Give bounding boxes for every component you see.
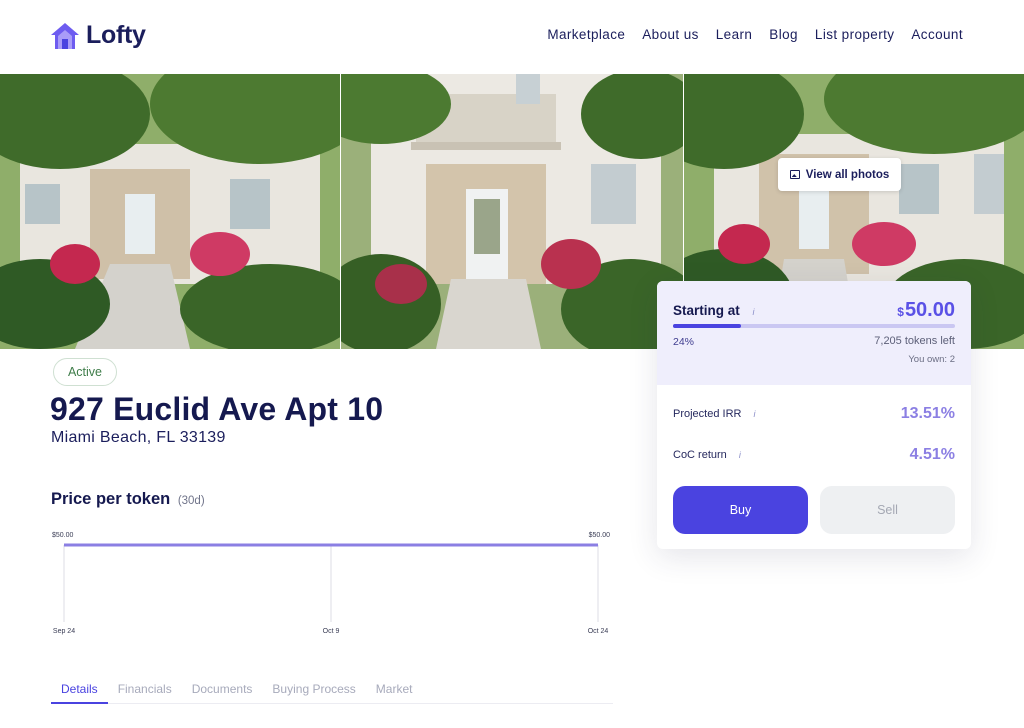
nav-about-us[interactable]: About us xyxy=(642,27,699,42)
view-all-photos-label: View all photos xyxy=(805,168,890,181)
x-tick-label: Oct 24 xyxy=(588,628,609,635)
price-chart: Sep 24 Oct 9 Oct 24 $50.00 $50.00 xyxy=(40,524,630,639)
coc-return-value: 4.51% xyxy=(909,446,955,463)
property-photo-2[interactable] xyxy=(341,74,683,349)
tokens-left: 7,205 tokens left xyxy=(874,335,955,347)
status-badge: Active xyxy=(53,358,117,386)
nav-marketplace[interactable]: Marketplace xyxy=(547,27,625,42)
main-nav: Marketplace About us Learn Blog List pro… xyxy=(547,27,963,42)
coc-return-label: CoC return i xyxy=(673,449,741,461)
coc-return-text: CoC return xyxy=(673,449,727,461)
nav-list-property[interactable]: List property xyxy=(815,27,894,42)
projected-irr-text: Projected IRR xyxy=(673,408,742,420)
starting-at-label: Starting at i xyxy=(673,303,755,318)
tab-buying-process[interactable]: Buying Process xyxy=(262,676,365,704)
end-value-label: $50.00 xyxy=(589,532,611,539)
sell-button[interactable]: Sell xyxy=(820,486,955,534)
token-price-value: 50.00 xyxy=(904,299,955,321)
tab-market[interactable]: Market xyxy=(366,676,423,704)
nav-blog[interactable]: Blog xyxy=(769,27,798,42)
price-chart-svg: Sep 24 Oct 9 Oct 24 $50.00 $50.00 xyxy=(52,532,611,635)
tokens-sold-percent: 24% xyxy=(673,336,695,348)
price-chart-title: Price per token (30d) xyxy=(51,490,205,509)
tab-financials[interactable]: Financials xyxy=(108,676,182,704)
tab-details[interactable]: Details xyxy=(51,676,108,704)
logo-text: Lofty xyxy=(86,21,146,49)
currency-symbol: $ xyxy=(897,305,904,319)
start-value-label: $50.00 xyxy=(52,532,74,539)
tab-documents[interactable]: Documents xyxy=(182,676,263,704)
projected-irr-value: 13.51% xyxy=(900,405,955,422)
tokens-owned: You own: 2 xyxy=(908,354,955,365)
property-photo-1[interactable] xyxy=(0,74,340,349)
nav-account[interactable]: Account xyxy=(911,27,963,42)
property-tabs: Details Financials Documents Buying Proc… xyxy=(51,676,613,704)
price-chart-period: (30d) xyxy=(177,495,205,507)
nav-learn[interactable]: Learn xyxy=(716,27,753,42)
info-icon[interactable]: i xyxy=(754,409,756,419)
token-price: $50.00 xyxy=(897,299,955,322)
x-tick-label: Sep 24 xyxy=(53,628,75,635)
buy-button[interactable]: Buy xyxy=(673,486,808,534)
starting-at-text: Starting at xyxy=(673,303,740,318)
x-tick-label: Oct 9 xyxy=(323,628,340,635)
site-header: Lofty Marketplace About us Learn Blog Li… xyxy=(0,0,1024,74)
image-icon xyxy=(789,170,800,179)
view-all-photos-button[interactable]: View all photos xyxy=(778,158,901,191)
property-address: Miami Beach, FL 33139 xyxy=(51,429,226,446)
projected-irr-label: Projected IRR i xyxy=(673,408,756,420)
tokens-sold-progress xyxy=(673,324,955,328)
info-icon[interactable]: i xyxy=(753,307,755,317)
tokens-sold-progress-fill xyxy=(673,324,741,328)
purchase-card: Starting at i $50.00 24% 7,205 tokens le… xyxy=(657,281,971,549)
info-icon[interactable]: i xyxy=(739,450,741,460)
house-logo-icon xyxy=(51,22,79,49)
price-chart-title-text: Price per token xyxy=(51,490,171,508)
purchase-card-summary: Starting at i $50.00 24% 7,205 tokens le… xyxy=(657,281,971,385)
property-title: 927 Euclid Ave Apt 10 xyxy=(50,391,384,427)
logo[interactable]: Lofty xyxy=(50,21,146,50)
